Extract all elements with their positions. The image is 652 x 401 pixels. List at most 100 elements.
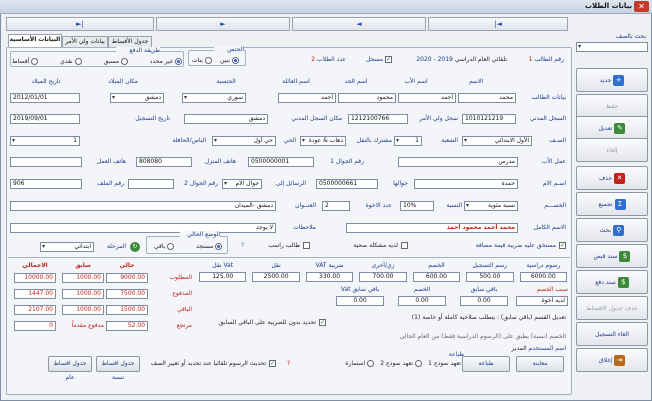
pct-installments-button[interactable]: جدول اقساط نسبة [96,356,140,381]
address-input[interactable]: دمشق -الميدان [10,201,276,211]
health-checkbox[interactable]: لديه مشكلة صحية [320,242,408,249]
family-name-input[interactable]: أحمد [278,93,336,103]
civil-place-input[interactable]: دمشق [184,114,268,124]
notes-input[interactable]: لا يوجد [10,223,276,233]
sidebar-button-8[interactable]: $ سند دفع [576,270,648,294]
help-icon[interactable]: ? [234,242,244,249]
fee-value-input[interactable]: 6000.00 [519,272,567,282]
failed-checkbox[interactable]: طالب راسب [250,242,310,249]
file-input[interactable]: 906 [10,179,82,189]
summary-value[interactable]: 1500.00 [106,305,148,315]
reg-date-input[interactable]: 2019/09/01 [10,114,80,124]
payment-option-radio[interactable]: مسبق [104,58,128,65]
sub-fee-input[interactable]: 0.00 [336,296,384,306]
prepaid-label: مدفوع مقدماً [71,322,104,329]
sidebar-button-11[interactable]: ⇥ إغلاق [576,348,648,372]
sidebar-button-10[interactable]: الغاء التسجيل [576,322,648,346]
summary-value[interactable]: 1447.00 [14,289,56,299]
class-select[interactable]: الأول الابتدائي [462,136,532,146]
mobile2-input[interactable] [128,179,174,189]
stage-select[interactable]: ابتدائي [40,242,94,252]
vat-prev-checkbox[interactable]: تحديد بدون للضريبة على الباقي السابق [196,319,326,326]
status-remaining-radio[interactable]: باقي [154,243,175,250]
question-icon[interactable]: ? [280,360,290,367]
payment-option-radio[interactable]: غير محدد [150,58,182,65]
vat-checkbox[interactable]: مستحق عليه ضريبة قيمة مضافة [420,242,566,249]
gender-male-radio[interactable]: بنين [220,57,239,64]
fee-value-input[interactable]: 700.00 [359,272,407,282]
summary-value[interactable]: 52.00 [106,321,148,331]
full-name-input[interactable]: محمد أحمد محمود أحمد [346,223,518,233]
sub-fee-input[interactable]: 0.00 [460,296,508,306]
summary-value[interactable]: 9000.00 [106,273,148,283]
sub-fee-input[interactable]: 0.00 [398,296,446,306]
messages-select[interactable]: جوال الام [222,179,262,189]
sidebar-button-7[interactable]: $ سند قبض [576,244,648,268]
bus-select[interactable]: 1 [10,136,80,146]
sidebar-button-label: جديد [599,76,612,84]
sidebar-button-5[interactable]: Σ تجميع [576,192,648,216]
guardian-civil-input[interactable]: 1212100766 [348,114,408,124]
status-current-radio[interactable]: مستجد [196,243,223,250]
fee-value-input[interactable]: 500.00 [466,272,514,282]
general-installments-button[interactable]: جدول اقساط عام [48,356,92,381]
print-button[interactable]: طباعة [462,356,510,372]
percent-input[interactable]: 10% [400,201,434,211]
tab-installments[interactable]: جدول الأقساط [108,36,152,47]
section-select[interactable]: 1 [394,136,422,146]
mother-input[interactable]: حمدة [414,179,518,189]
mobile-input[interactable]: 0500000001 [248,157,314,167]
work-phone-input[interactable] [10,157,82,167]
close-icon[interactable]: ✕ [634,1,649,12]
preview-button[interactable]: معاينة [516,356,564,372]
registered-checkbox[interactable]: مسجل [356,56,392,63]
job-input[interactable]: مدرس [398,157,518,167]
nav-first-button[interactable]: |◄ [428,17,568,31]
mother-mobile-input[interactable]: 0500000661 [316,179,378,189]
print-option-radio[interactable]: تعهد نموذج 2 [380,360,423,367]
summary-value[interactable]: 1000.00 [62,289,104,299]
fee-value-input[interactable]: 600.00 [412,272,461,282]
nationality-select[interactable]: سوري [182,93,246,103]
fee-value-input[interactable]: 125.00 [199,272,247,282]
work-phone-label: هاتف العمل [96,158,126,165]
district-select[interactable]: حي أول [212,136,276,146]
tab-basic[interactable]: البيانات الأساسية [8,34,62,47]
nav-last-button[interactable]: ►| [6,17,154,31]
birthplace-select[interactable]: دمشق [110,93,164,103]
fee-value-input[interactable]: 2500.00 [252,272,300,282]
tab-guardian[interactable]: بيانات ولي الأمر [62,36,108,47]
fee-value-input[interactable]: 330.00 [305,272,354,282]
col-father-header: اسم الأب [404,78,428,85]
siblings-input[interactable]: 2 [322,201,350,211]
birthdate-input[interactable]: 2012/01/01 [10,93,80,103]
summary-value[interactable]: 7500.00 [106,289,148,299]
sidebar-button-0[interactable]: + جديد [576,68,648,92]
discount-select[interactable]: نسبة مئوية [464,201,518,211]
gender-female-radio[interactable]: بنات [192,57,212,64]
home-phone-input[interactable]: 808080 [136,157,192,167]
discount-reason-input[interactable]: لديه أخوة [516,296,568,306]
summary-value[interactable]: 1000.00 [62,305,104,315]
nav-prev-button[interactable]: ◄ [292,17,426,31]
nav-next-button[interactable]: ► [156,17,290,31]
auto-update-checkbox[interactable]: تحديث الرسوم تلقائيا عند تحديد أو تغيير … [144,360,276,367]
sidebar-button-6[interactable]: ⚲ بحث [576,218,648,242]
summary-value[interactable]: 1000.00 [62,273,104,283]
father-name-input[interactable]: أحمد [398,93,456,103]
sidebar-button-4[interactable]: ✕ حذف [576,166,648,190]
refresh-icon[interactable]: ↻ [130,242,140,252]
civil-input[interactable]: 1010121219 [462,114,516,124]
payment-option-radio[interactable]: أقساط [12,58,39,65]
summary-value[interactable]: 0 [14,321,56,331]
grand-name-input[interactable]: محمود [338,93,396,103]
summary-value[interactable]: 2107.00 [14,305,56,315]
payment-option-radio[interactable]: نقدي [60,58,82,65]
summary-value[interactable]: 10000.00 [14,273,56,283]
print-option-radio[interactable]: استمارة [345,360,375,367]
transport-select[interactable]: ذهاب & عودة [300,136,346,146]
first-name-input[interactable]: محمد [458,93,516,103]
sidebar-button-2[interactable]: ✎ تعديل [576,116,648,140]
search-class-select[interactable] [576,42,648,52]
reg-date-label: تاريخ التسجيل [135,115,170,122]
